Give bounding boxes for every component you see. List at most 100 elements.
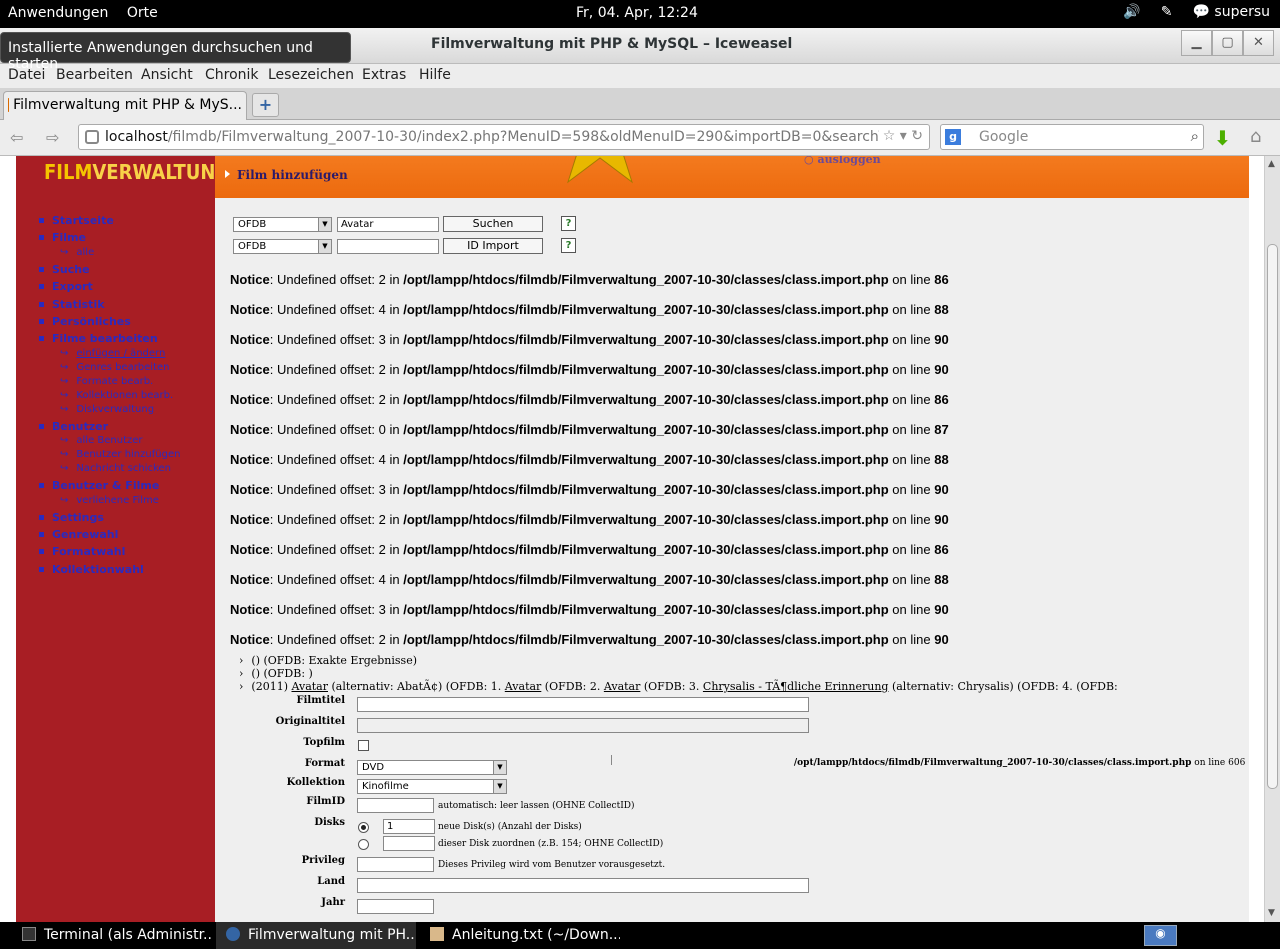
search-button[interactable]: Suchen [443,216,543,232]
filmid-input[interactable] [357,798,434,813]
network-icon[interactable]: ✎ [1161,4,1173,20]
clock[interactable]: Fr, 04. Apr, 12:24 [576,5,698,21]
back-icon[interactable]: ⇦ [10,128,23,147]
menu-hilfe[interactable]: Hilfe [419,67,451,83]
places-menu[interactable]: Orte [127,5,158,21]
kollektion-select[interactable]: Kinofilme ▼ [357,779,507,794]
filmtitel-input[interactable] [357,697,809,712]
nav-item[interactable]: ↪ Diskverwaltung [60,404,154,415]
disks-assign-radio[interactable] [358,839,369,850]
task-editor[interactable]: Anleitung.txt (~/Down... [420,922,620,949]
menu-chronik[interactable]: Chronik [205,67,259,83]
nav-item[interactable]: ↪ verliehene Filme [60,495,159,506]
url-bar[interactable]: localhost/filmdb/Filmverwaltung_2007-10-… [78,124,930,150]
nav-item[interactable]: Export [39,280,93,293]
disks-assign-input[interactable] [383,836,435,851]
nav-item[interactable]: Genrewahl [38,528,118,541]
import-db-select[interactable]: OFDB ▼ [233,217,332,232]
maximize-button[interactable]: ▢ [1212,30,1243,56]
notice-line: 86 [934,272,949,287]
result-link[interactable]: Avatar [291,680,328,693]
nav-item[interactable]: Suche [39,263,90,276]
import-search-input[interactable]: Avatar [337,217,439,232]
nav-item[interactable]: ↪ Formate bearb. [60,376,153,387]
applications-menu[interactable]: Anwendungen [8,5,108,21]
help-button[interactable]: ? [561,216,576,231]
result-year: (2011) [251,680,292,693]
result-link[interactable]: Avatar [604,680,641,693]
nav-item[interactable]: Kollektionwahl [39,563,144,576]
menu-ansicht[interactable]: Ansicht [141,67,193,83]
nav-item[interactable]: Filme [39,231,86,244]
land-input[interactable] [357,878,809,893]
minimize-button[interactable]: ▁ [1181,30,1212,56]
nav-item-label: Startseite [52,214,114,227]
download-icon[interactable]: ⬇ [1214,126,1231,150]
originaltitel-input[interactable] [357,718,809,733]
menu-bearbeiten[interactable]: Bearbeiten [56,67,133,83]
help-button-2[interactable]: ? [561,238,576,253]
search-icon[interactable]: ⌕ [1191,127,1199,145]
import-db-select-2[interactable]: OFDB ▼ [233,239,332,254]
bookmark-star-icon[interactable]: ☆ [883,128,896,144]
scroll-down-icon[interactable]: ▼ [1268,908,1275,918]
notice-text: on line [888,362,935,377]
task-browser[interactable]: Filmverwaltung mit PH... [216,922,416,949]
scroll-up-icon[interactable]: ▲ [1268,159,1275,169]
id-import-button[interactable]: ID Import [443,238,543,254]
nav-item[interactable]: ↪ Kollektionen bearb. [60,390,173,401]
result-link[interactable]: Avatar [505,680,542,693]
nav-item-label: alle [76,246,95,258]
notice-text: on line [888,542,935,557]
chevron-down-icon: ▼ [493,780,506,793]
search-bar[interactable]: g Google ⌕ [940,124,1204,150]
jahr-input[interactable] [357,899,434,914]
format-select[interactable]: DVD ▼ [357,760,507,775]
nav-item[interactable]: ↪ Benutzer hinzufügen [60,449,180,460]
url-dropdown-icon[interactable]: ▾ [900,128,907,144]
disks-new-radio[interactable] [358,822,369,833]
volume-icon[interactable]: 🔊 [1123,4,1140,20]
nav-item[interactable]: Startseite [39,214,114,227]
notice-text: : Undefined offset: [269,632,379,647]
forward-icon[interactable]: ⇨ [46,128,59,147]
result-link[interactable]: Chrysalis - TÃ¶dliche Erinnerung [703,680,889,693]
menu-lesezeichen[interactable]: Lesezeichen [268,67,354,83]
site-identity-icon[interactable] [85,130,99,144]
browser-tab[interactable]: Filmverwaltung mit PHP & MyS... [3,91,247,120]
notice-offset: 2 [378,542,386,557]
scrollbar-thumb[interactable] [1267,244,1278,789]
nav-item[interactable]: Benutzer [38,420,108,433]
close-button[interactable]: ✕ [1243,30,1274,56]
nav-item[interactable]: Persönliches [39,315,131,328]
reload-icon[interactable]: ↻ [911,128,923,144]
sub-arrow-icon: ↪ [60,246,69,258]
nav-item[interactable]: ↪ alle Benutzer [60,435,143,446]
nav-item[interactable]: Benutzer & Filme [38,479,159,492]
nav-item[interactable]: Formatwahl [38,545,125,558]
nav-item[interactable]: Settings [39,511,104,524]
nav-item[interactable]: ↪ alle [60,247,94,258]
privileg-input[interactable] [357,857,434,872]
menu-extras[interactable]: Extras [362,67,406,83]
notice-line: 88 [934,302,949,317]
notice-label: Notice [230,452,270,467]
logout-link[interactable]: ○ ausloggen [804,156,881,166]
nav-item[interactable]: Filme bearbeiten [39,332,158,345]
notice-offset: 2 [378,272,386,287]
topfilm-checkbox[interactable] [358,740,369,751]
workspace-indicator-icon[interactable]: ◉ [1144,925,1177,946]
user-menu[interactable]: 💬 supersu [1193,4,1270,20]
search-engine-icon[interactable]: g [945,129,961,145]
nav-item[interactable]: Statistik [39,298,105,311]
import-id-input[interactable] [337,239,439,254]
disks-count-input[interactable]: 1 [383,819,435,834]
notice-text: : Undefined offset: [269,452,379,467]
nav-item[interactable]: ↪ einfügen / ändern [60,348,165,359]
vertical-scrollbar[interactable]: ▲ ▼ [1264,156,1280,922]
new-tab-button[interactable]: + [252,93,279,117]
nav-item[interactable]: ↪ Genres bearbeiten [60,362,170,373]
home-icon[interactable]: ⌂ [1250,126,1261,147]
nav-item[interactable]: ↪ Nachricht schicken [60,463,171,474]
task-terminal[interactable]: Terminal (als Administr... [12,922,212,949]
